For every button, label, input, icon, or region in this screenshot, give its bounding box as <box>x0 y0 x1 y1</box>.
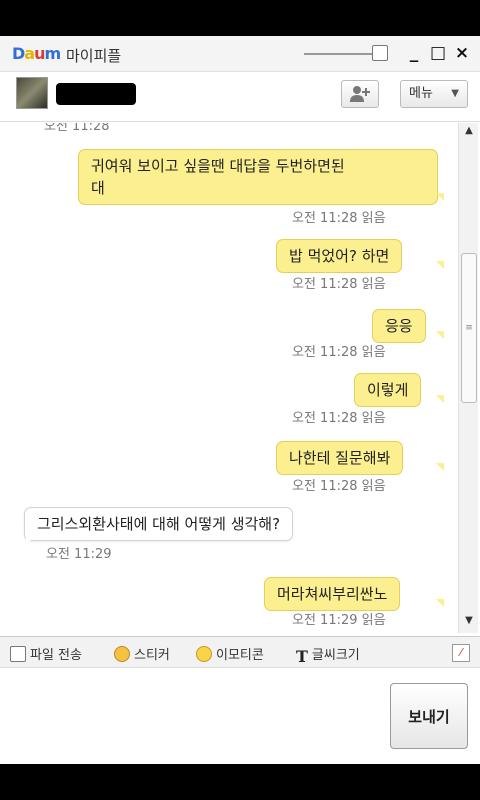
my-message-bubble[interactable]: 나한테 질문해봐 <box>276 441 404 475</box>
emoticon-button[interactable]: 이모티콘 <box>196 644 264 663</box>
smiley-icon <box>196 646 212 662</box>
profile-bar: 메뉴 ▼ <box>0 72 480 122</box>
add-friend-button[interactable] <box>341 80 379 108</box>
message-text: 이렇게 <box>367 381 409 399</box>
sticker-label: 스티커 <box>134 648 170 663</box>
message-time: 오전 11:28 <box>292 411 358 426</box>
sticker-button[interactable]: 스티커 <box>114 644 170 663</box>
message-meta: 오전 11:28 읽음 <box>292 475 386 494</box>
bubble-tail <box>436 463 444 471</box>
message-text: 그리스외환사태에 대해 어떻게 생각해? <box>37 515 281 533</box>
read-status: 읽음 <box>361 613 386 628</box>
maximize-button[interactable]: □ <box>428 42 448 64</box>
my-message-bubble[interactable]: 밥 먹었어? 하면 <box>276 239 403 273</box>
minimize-button[interactable]: _ <box>404 42 424 64</box>
read-status: 읽음 <box>361 277 386 292</box>
message-time: 오전 11:28 <box>292 479 358 494</box>
message-text: 머라쳐씨부리싼노 <box>277 585 388 603</box>
message-meta: 오전 11:28 읽음 <box>292 273 386 292</box>
message-meta: 오전 11:29 읽음 <box>292 609 386 628</box>
file-transfer-button[interactable]: 파일 전송 <box>10 644 82 663</box>
message-time: 오전 11:28 <box>292 345 358 360</box>
menu-button[interactable]: 메뉴 ▼ <box>400 80 468 108</box>
chat-scrollbar[interactable]: ▲ ≡ ▼ <box>458 123 478 633</box>
message-text: 응응 <box>385 317 413 335</box>
message-time: 오전 11:28 <box>292 211 358 226</box>
close-button[interactable]: × <box>452 42 472 64</box>
their-message-bubble[interactable]: 그리스외환사태에 대해 어떻게 생각해? <box>24 507 294 541</box>
my-message-bubble[interactable]: 응응 <box>372 309 426 343</box>
emoticon-label: 이모티콘 <box>216 648 264 663</box>
file-icon <box>10 646 26 662</box>
chat-toolbar: 파일 전송 스티커 이모티콘 T 글씨크기 ⁄ <box>0 636 480 668</box>
font-size-label: 글씨크기 <box>311 648 360 663</box>
message-time: 오전 11:29 <box>46 547 112 562</box>
menu-button-label: 메뉴 <box>409 86 433 101</box>
app-title: 마이피플 <box>66 47 122 65</box>
bubble-tail <box>436 331 444 339</box>
chevron-down-icon: ▼ <box>451 88 459 99</box>
title-bar: Daum 마이피플 _ □ × <box>0 36 480 72</box>
bubble-tail <box>436 599 444 607</box>
message-time: 오전 11:29 <box>292 613 358 628</box>
message-text: 밥 먹었어? 하면 <box>289 247 390 265</box>
bubble-tail <box>26 537 34 545</box>
read-status: 읽음 <box>361 345 386 360</box>
message-meta: 오전 11:28 읽음 <box>292 341 386 360</box>
scroll-up-icon[interactable]: ▲ <box>459 125 479 141</box>
message-text: 귀여워 보이고 싶을땐 대답을 두번하면된 <box>91 157 345 175</box>
message-meta: 오전 11:28 읽음 <box>292 407 386 426</box>
scrollbar-thumb[interactable]: ≡ <box>461 253 477 403</box>
user-plus-icon <box>350 86 370 102</box>
sticker-icon <box>114 646 130 662</box>
file-transfer-label: 파일 전송 <box>30 648 82 663</box>
message-text: 대 <box>91 179 105 197</box>
message-time: 오전 11:28 <box>292 277 358 292</box>
read-status: 읽음 <box>361 411 386 426</box>
send-button[interactable]: 보내기 <box>390 683 468 749</box>
bubble-tail <box>436 261 444 269</box>
message-input[interactable] <box>6 675 380 755</box>
my-message-bubble[interactable]: 이렇게 <box>354 373 422 407</box>
read-status: 읽음 <box>361 211 386 226</box>
my-message-bubble[interactable]: 머라쳐씨부리싼노 <box>264 577 401 611</box>
read-status: 읽음 <box>361 479 386 494</box>
daum-logo: Daum <box>12 44 61 63</box>
bubble-tail <box>436 193 444 201</box>
opacity-slider-knob[interactable] <box>372 45 388 61</box>
bubble-tail <box>436 395 444 403</box>
scroll-down-icon[interactable]: ▼ <box>459 615 479 631</box>
my-message-bubble[interactable]: 귀여워 보이고 싶을땐 대답을 두번하면된 대 <box>78 149 438 205</box>
contact-name-redacted <box>56 83 136 105</box>
chat-window: Daum 마이피플 _ □ × 메뉴 ▼ 오전 11:28 귀여워 보이고 싶을… <box>0 36 480 764</box>
message-meta: 오전 11:28 읽음 <box>292 207 386 226</box>
clear-format-icon[interactable]: ⁄ <box>452 644 470 662</box>
font-size-button[interactable]: T 글씨크기 <box>296 644 360 666</box>
message-timestamp-cut: 오전 11:28 <box>44 123 110 134</box>
message-list[interactable]: 오전 11:28 귀여워 보이고 싶을땐 대답을 두번하면된 대 오전 11:2… <box>0 123 460 633</box>
avatar[interactable] <box>16 77 48 109</box>
compose-area: 보내기 <box>0 669 480 764</box>
message-text: 나한테 질문해봐 <box>289 449 391 467</box>
font-size-icon: T <box>296 647 308 666</box>
